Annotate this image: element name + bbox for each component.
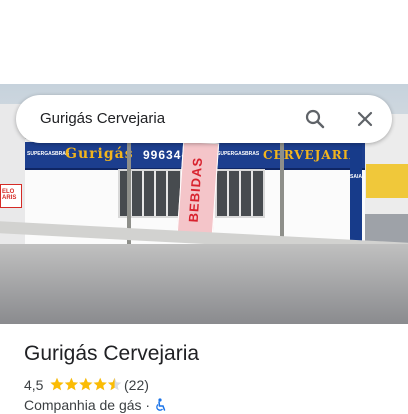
photo-side-text: SAIA bbox=[350, 174, 362, 180]
star-filled-1 bbox=[50, 377, 64, 391]
category-row: Companhia de gás · bbox=[24, 396, 166, 414]
photo-sign-name-right: CERVEJARIA bbox=[263, 148, 360, 162]
photo-sign-tag-left: SUPERGASBRAS bbox=[27, 151, 70, 157]
photo-road bbox=[0, 244, 408, 324]
photo-left-sign-text: ELO ARIS bbox=[2, 189, 17, 201]
photo-sign-tag-right: SUPERGASBRAS bbox=[217, 151, 260, 157]
place-category: Companhia de gás · bbox=[24, 397, 151, 413]
search-icon[interactable] bbox=[303, 107, 327, 131]
star-filled-4 bbox=[93, 377, 107, 391]
review-count[interactable]: (22) bbox=[124, 376, 149, 394]
top-blank-area bbox=[0, 0, 408, 84]
search-query-text[interactable]: Gurigás Cervejaria bbox=[40, 109, 165, 129]
close-icon[interactable] bbox=[353, 107, 377, 131]
star-filled-3 bbox=[79, 377, 93, 391]
place-title: Gurigás Cervejaria bbox=[24, 342, 200, 365]
wheelchair-accessible-icon bbox=[156, 398, 166, 411]
search-bar[interactable]: Gurigás Cervejaria bbox=[16, 95, 392, 143]
star-rating-icon bbox=[50, 377, 122, 391]
photo-banner-text: BEBIDAS bbox=[185, 156, 206, 223]
star-filled-2 bbox=[64, 377, 78, 391]
photo-neighbor-sign bbox=[366, 164, 408, 198]
photo-banner: BEBIDAS bbox=[176, 140, 220, 236]
photo-left-sign: ELO ARIS bbox=[0, 184, 22, 208]
photo-window-right bbox=[215, 169, 265, 218]
photo-sign-brand-left: Gurigás bbox=[65, 146, 134, 162]
rating-value: 4,5 bbox=[24, 377, 44, 393]
